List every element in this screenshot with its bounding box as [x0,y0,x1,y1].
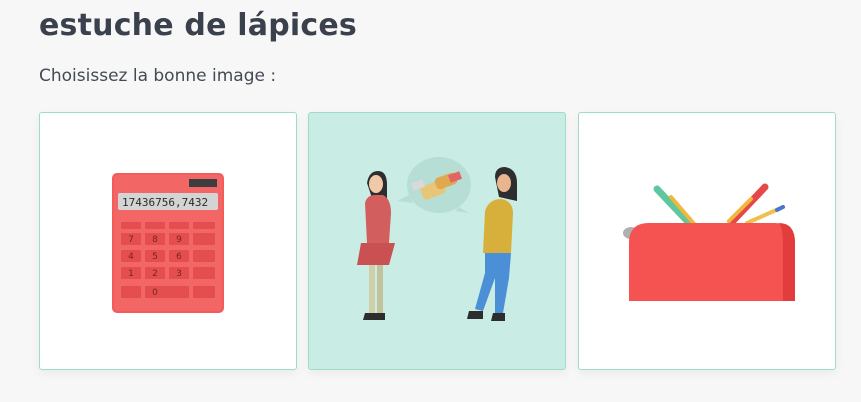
calc-key-2: 2 [152,269,158,279]
calc-key-6: 6 [176,252,182,262]
calculator-icon: 17436756,7432 7 8 9 4 5 6 1 2 3 0 [112,173,224,313]
choice-card-handshake-conversation[interactable] [308,112,566,370]
calc-key-7: 7 [128,235,134,245]
calc-key-9: 9 [176,235,182,245]
calc-key-5: 5 [152,252,158,262]
choice-card-calculator[interactable]: 17436756,7432 7 8 9 4 5 6 1 2 3 0 [39,112,297,370]
calc-key-0: 0 [152,288,158,298]
calc-key-1: 1 [128,269,134,279]
calc-key-4: 4 [128,252,134,262]
choice-card-pencil-case[interactable] [578,112,836,370]
instruction-text: Choisissez la bonne image : [39,66,277,86]
calc-key-3: 3 [176,269,182,279]
handshake-conversation-icon [357,157,517,321]
pencil-case-icon [623,183,795,301]
calculator-display: 17436756,7432 [122,196,208,209]
calc-key-8: 8 [152,235,158,245]
page-title: estuche de lápices [39,8,357,43]
